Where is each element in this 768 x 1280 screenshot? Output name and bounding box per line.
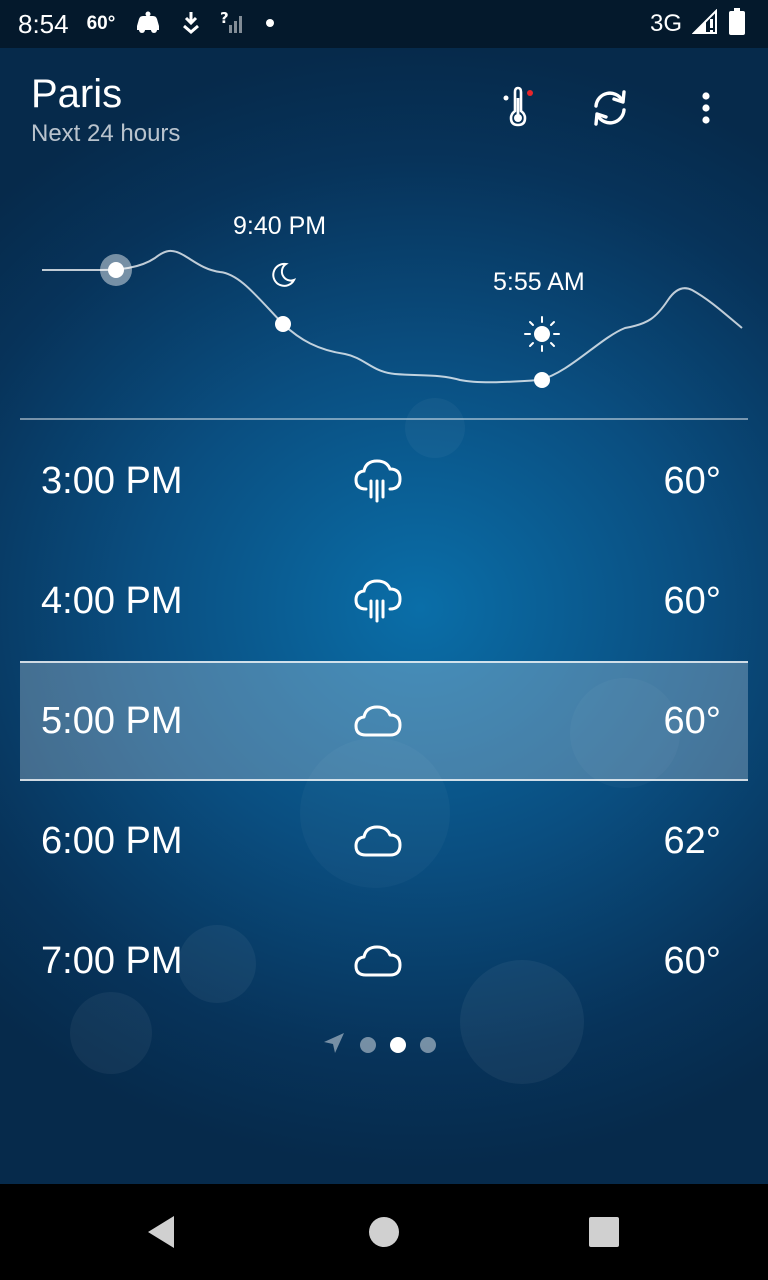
car-icon xyxy=(133,10,163,39)
hour-row[interactable]: 7:00 PM 60° xyxy=(20,901,748,1021)
hour-time: 3:00 PM xyxy=(41,460,183,502)
hour-time: 7:00 PM xyxy=(41,940,183,982)
hour-row[interactable]: 3:00 PM 60° xyxy=(20,421,748,541)
cell-signal-icon xyxy=(691,8,718,40)
hour-temperature: 60° xyxy=(663,460,721,502)
sunrise-marker xyxy=(534,372,550,388)
dot-icon xyxy=(265,15,275,33)
sunset-time: 9:40 PM xyxy=(233,212,327,240)
page-indicator xyxy=(322,1030,436,1060)
status-left: 8:54 60° ? xyxy=(18,0,275,48)
hour-time: 4:00 PM xyxy=(41,580,183,622)
hour-temperature: 60° xyxy=(663,700,721,742)
recents-icon xyxy=(584,1217,624,1256)
hour-temperature: 60° xyxy=(663,940,721,982)
location-arrow-icon[interactable] xyxy=(322,1031,346,1060)
navigation-bar xyxy=(0,1184,768,1280)
home-icon xyxy=(364,1217,404,1256)
hour-row-selected[interactable]: 5:00 PM 60° xyxy=(20,661,748,781)
current-position-marker xyxy=(108,262,124,278)
hour-row[interactable]: 6:00 PM 62° xyxy=(20,781,748,901)
recents-button[interactable] xyxy=(584,1212,624,1252)
hour-time: 5:00 PM xyxy=(41,700,183,742)
thermometer-icon xyxy=(494,84,542,132)
download-icon xyxy=(181,10,201,39)
battery-icon xyxy=(728,7,746,41)
page-dot[interactable] xyxy=(420,1037,436,1053)
cloud-icon xyxy=(352,695,404,747)
hourly-forecast-list: 3:00 PM 60° 4:00 PM 60° 5:00 PM 60° 6:00… xyxy=(20,421,748,1021)
curve-graphic xyxy=(42,250,743,384)
hour-row[interactable]: 4:00 PM 60° xyxy=(20,541,748,661)
more-options-button[interactable] xyxy=(682,84,730,132)
cloud-icon xyxy=(352,815,404,867)
no-sim-signal-icon: ? xyxy=(219,9,247,40)
sunset-marker xyxy=(275,316,291,332)
rain-cloud-icon xyxy=(352,455,404,507)
home-button[interactable] xyxy=(364,1212,404,1252)
sunrise-time: 5:55 AM xyxy=(493,268,585,296)
refresh-icon xyxy=(586,84,634,132)
svg-text:?: ? xyxy=(220,9,229,27)
rain-cloud-icon xyxy=(352,575,404,627)
refresh-button[interactable] xyxy=(586,84,634,132)
sun-icon xyxy=(522,314,562,359)
status-right: 3G xyxy=(650,0,746,48)
page-dot-active[interactable] xyxy=(390,1037,406,1053)
page-dot[interactable] xyxy=(360,1037,376,1053)
forecast-subtitle: Next 24 hours xyxy=(31,120,181,147)
more-vert-icon xyxy=(682,84,730,132)
status-bar: 8:54 60° ? 3G xyxy=(0,0,768,48)
weather-app: Paris Next 24 hours 9:40 PM 5:55 AM 3:00… xyxy=(0,48,768,1184)
back-button[interactable] xyxy=(142,1212,182,1252)
hour-time: 6:00 PM xyxy=(41,820,183,862)
status-time: 8:54 xyxy=(18,8,69,39)
hour-temperature: 60° xyxy=(663,580,721,622)
city-name[interactable]: Paris xyxy=(31,72,122,117)
curve-divider xyxy=(20,418,748,420)
cloud-icon xyxy=(352,935,404,987)
phone-screen: 8:54 60° ? 3G Paris Next 24 hours 9:40 P… xyxy=(0,0,768,1280)
back-icon xyxy=(142,1216,182,1256)
status-temperature: 60° xyxy=(86,13,116,34)
thermometer-button[interactable] xyxy=(494,84,542,132)
moon-icon xyxy=(268,260,298,295)
temperature-curve: 9:40 PM 5:55 AM xyxy=(0,178,768,418)
network-type: 3G xyxy=(649,10,682,37)
hour-temperature: 62° xyxy=(663,820,721,862)
